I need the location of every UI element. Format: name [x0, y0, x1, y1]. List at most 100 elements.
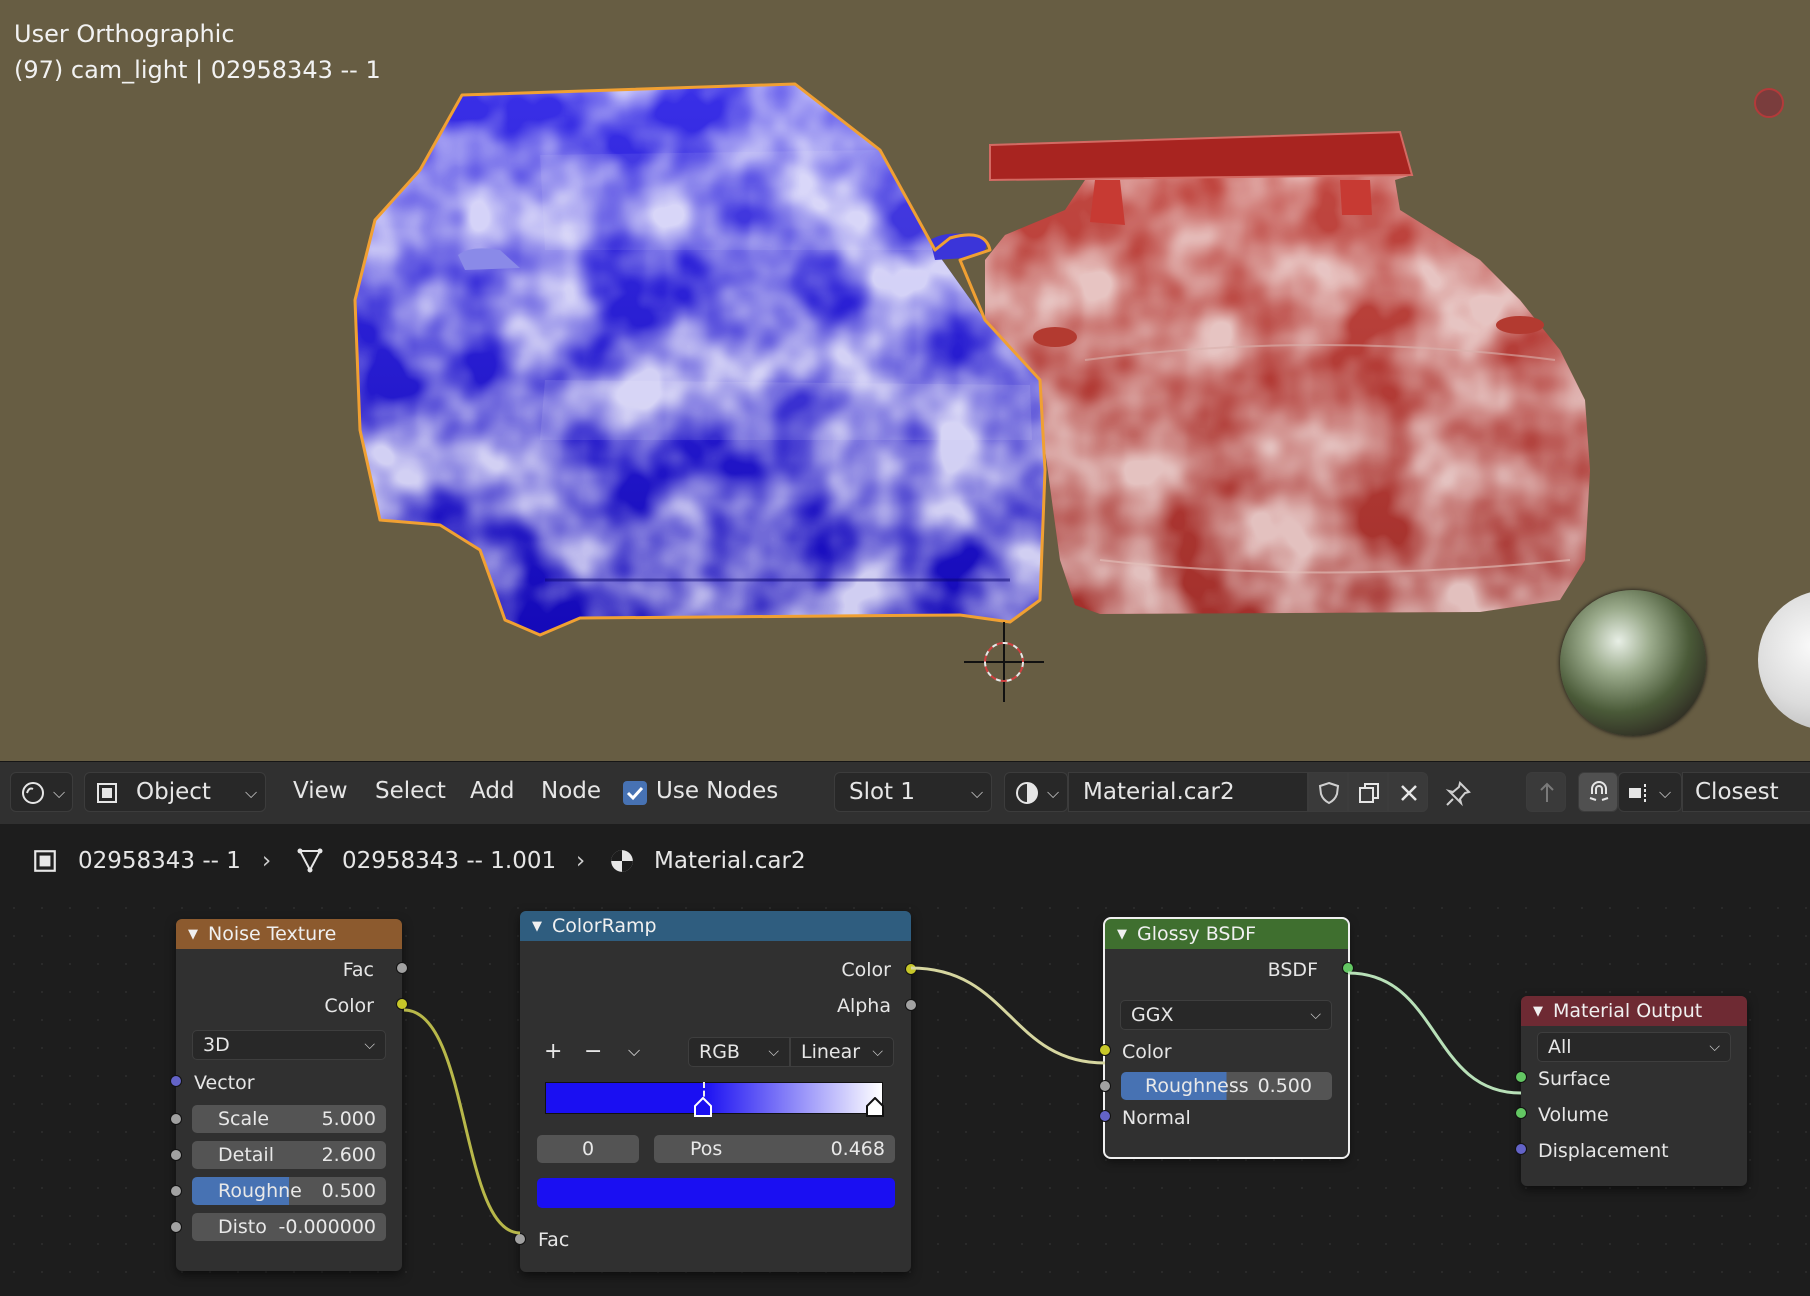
- snap-mode-label: Closest: [1695, 779, 1779, 805]
- car-models: [353, 82, 1590, 637]
- color-output-socket[interactable]: [396, 998, 408, 1010]
- pos-value: 0.468: [830, 1138, 885, 1160]
- roughness-input-socket[interactable]: [170, 1185, 182, 1197]
- ramp-stop-handle-end[interactable]: [866, 1097, 884, 1117]
- duplicate-material-button[interactable]: [1348, 772, 1388, 812]
- volume-input-socket[interactable]: [1515, 1107, 1527, 1119]
- object-mode-dropdown[interactable]: Object ⌵: [84, 772, 266, 812]
- editor-type-icon: [22, 782, 44, 804]
- node-title: ColorRamp: [552, 915, 657, 937]
- parent-node-tree-button[interactable]: [1526, 772, 1566, 812]
- color-ramp-gradient[interactable]: [545, 1082, 884, 1117]
- interpolation-value: Linear: [801, 1041, 861, 1063]
- chevron-right-icon: ›: [262, 848, 272, 874]
- roughness-slider[interactable]: Roughne 0.500: [192, 1177, 386, 1205]
- menu-view[interactable]: View: [293, 778, 348, 804]
- ramp-menu-chevron-icon[interactable]: ⌵: [628, 1041, 640, 1061]
- node-editor-canvas[interactable]: ▼ Noise Texture Fac Color 3D ⌵ Vector Sc…: [0, 894, 1810, 1296]
- pos-label: Pos: [690, 1138, 723, 1160]
- scale-field[interactable]: Scale 5.000: [192, 1105, 386, 1133]
- pin-icon[interactable]: [1444, 780, 1472, 808]
- stop-index-field[interactable]: 0: [537, 1135, 639, 1163]
- output-bsdf-label: BSDF: [1267, 959, 1318, 981]
- input-color-label: Color: [1122, 1041, 1172, 1063]
- collapse-triangle-icon[interactable]: ▼: [1117, 927, 1127, 942]
- menu-node[interactable]: Node: [541, 778, 601, 804]
- material-output-node[interactable]: ▼ Material Output All ⌵ Surface Volume D…: [1515, 996, 1747, 1186]
- 3d-viewport[interactable]: User Orthographic (97) cam_light | 02958…: [0, 0, 1810, 761]
- roughness-input-socket[interactable]: [1099, 1080, 1111, 1092]
- menu-add[interactable]: Add: [470, 778, 515, 804]
- node-header[interactable]: ▼ ColorRamp: [520, 911, 911, 941]
- record-icon[interactable]: [1754, 88, 1784, 118]
- surface-input-socket[interactable]: [1515, 1071, 1527, 1083]
- input-fac-label: Fac: [538, 1229, 570, 1251]
- field-value: 0.500: [321, 1180, 376, 1202]
- fake-user-button[interactable]: [1308, 772, 1348, 812]
- browse-material-button[interactable]: ⌵: [1004, 772, 1068, 812]
- unlink-material-button[interactable]: [1388, 772, 1428, 812]
- object-mode-label: Object: [136, 779, 211, 805]
- color-input-socket[interactable]: [1099, 1044, 1111, 1056]
- dimensions-dropdown[interactable]: 3D ⌵: [192, 1030, 386, 1060]
- detail-input-socket[interactable]: [170, 1149, 182, 1161]
- color-output-socket[interactable]: [905, 963, 917, 975]
- detail-field[interactable]: Detail 2.600: [192, 1141, 386, 1169]
- node-header[interactable]: ▼ Noise Texture: [176, 919, 402, 949]
- viewport-object-info: (97) cam_light | 02958343 -- 1: [14, 56, 381, 84]
- snap-magnet-icon: [1589, 781, 1609, 801]
- snap-mode-dropdown[interactable]: Closest: [1682, 772, 1810, 812]
- vector-input-socket[interactable]: [170, 1075, 182, 1087]
- interpolation-dropdown[interactable]: Linear ⌵: [790, 1037, 894, 1067]
- field-label: Scale: [218, 1108, 270, 1130]
- fac-output-socket[interactable]: [396, 962, 408, 974]
- distortion-input-socket[interactable]: [170, 1221, 182, 1233]
- roughness-slider[interactable]: Roughness 0.500: [1121, 1072, 1332, 1100]
- use-nodes-checkbox[interactable]: [623, 781, 647, 805]
- stop-color-swatch[interactable]: [537, 1178, 895, 1208]
- color-mode-dropdown[interactable]: RGB ⌵: [688, 1037, 790, 1067]
- snap-toggle-button[interactable]: [1578, 772, 1618, 812]
- fac-input-socket[interactable]: [514, 1233, 526, 1245]
- output-color-label: Color: [324, 995, 374, 1017]
- glossy-bsdf-node[interactable]: ▼ Glossy BSDF BSDF GGX ⌵ Color Roughness…: [1099, 917, 1354, 1159]
- slot-dropdown[interactable]: Slot 1 ⌵: [834, 772, 992, 812]
- dimensions-value: 3D: [203, 1034, 230, 1056]
- render-target-value: All: [1548, 1036, 1572, 1058]
- hdri-preview-sphere: [1560, 590, 1706, 736]
- remove-stop-icon[interactable]: −: [584, 1039, 602, 1064]
- render-target-dropdown[interactable]: All ⌵: [1537, 1032, 1731, 1062]
- field-value: 2.600: [321, 1144, 376, 1166]
- collapse-triangle-icon[interactable]: ▼: [1533, 1004, 1543, 1019]
- add-stop-icon[interactable]: +: [544, 1039, 562, 1064]
- node-header[interactable]: ▼ Material Output: [1521, 996, 1747, 1026]
- output-fac-label: Fac: [342, 959, 374, 981]
- chevron-down-icon: ⌵: [53, 783, 66, 802]
- breadcrumb-mesh: 02958343 -- 1.001: [342, 848, 557, 874]
- stop-position-field[interactable]: Pos 0.468: [654, 1135, 895, 1163]
- viewport-view-label: User Orthographic: [14, 20, 235, 48]
- collapse-triangle-icon[interactable]: ▼: [532, 919, 542, 934]
- parent-tree-icon: [1540, 782, 1554, 802]
- ramp-stop-handle-active[interactable]: [694, 1097, 713, 1117]
- node-header[interactable]: ▼ Glossy BSDF: [1105, 919, 1348, 949]
- scale-input-socket[interactable]: [170, 1113, 182, 1125]
- material-name-field[interactable]: Material.car2: [1068, 772, 1308, 812]
- distortion-field[interactable]: Disto -0.000000: [192, 1213, 386, 1241]
- snap-element-dropdown[interactable]: ⌵: [1618, 772, 1682, 812]
- use-nodes-label[interactable]: Use Nodes: [656, 778, 778, 804]
- noise-texture-node[interactable]: ▼ Noise Texture Fac Color 3D ⌵ Vector Sc…: [170, 919, 408, 1271]
- editor-type-button[interactable]: ⌵: [10, 772, 73, 812]
- distribution-dropdown[interactable]: GGX ⌵: [1120, 1000, 1332, 1030]
- 3d-cursor-icon[interactable]: [964, 622, 1044, 702]
- field-label: Roughne: [218, 1180, 302, 1202]
- alpha-output-socket[interactable]: [905, 999, 917, 1011]
- colorramp-node[interactable]: ▼ ColorRamp Color Alpha + − ⌵ RGB ⌵ Line…: [514, 911, 917, 1272]
- bsdf-output-socket[interactable]: [1342, 962, 1354, 974]
- normal-input-socket[interactable]: [1099, 1110, 1111, 1122]
- displacement-input-socket[interactable]: [1515, 1143, 1527, 1155]
- menu-select[interactable]: Select: [375, 778, 446, 804]
- mesh-icon: [297, 848, 323, 873]
- field-label: Disto: [218, 1216, 267, 1238]
- collapse-triangle-icon[interactable]: ▼: [188, 927, 198, 942]
